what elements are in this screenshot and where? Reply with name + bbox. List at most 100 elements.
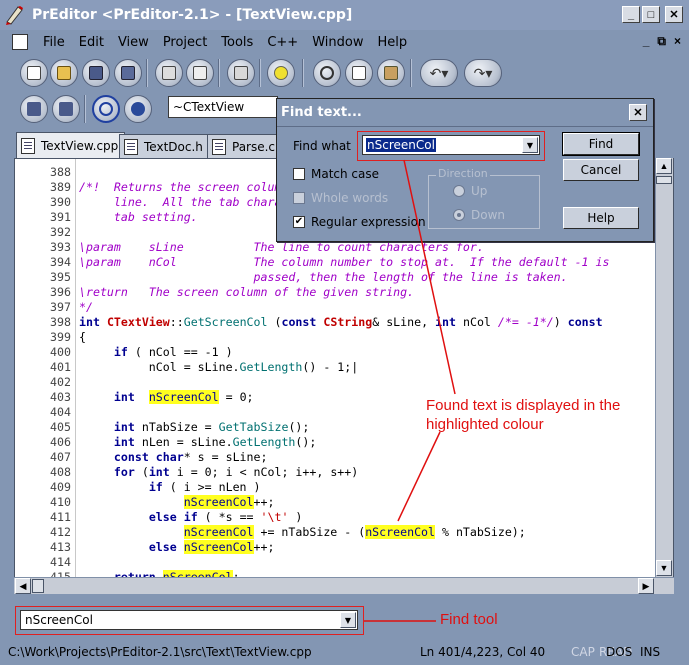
- horizontal-scroll-thumb[interactable]: [32, 579, 44, 593]
- code-line: 397 */: [15, 300, 655, 315]
- menu-bar: File Edit View Project Tools C++ Window …: [0, 30, 689, 54]
- scissors-icon: [320, 66, 334, 80]
- code-line: 412 nScreenCol += nTabSize - (nScreenCol…: [15, 525, 655, 540]
- paste-icon: [384, 66, 398, 80]
- code-text: if ( nCol == -1 ): [113, 345, 233, 359]
- whole-words-checkbox[interactable]: [293, 192, 305, 204]
- main-toolbar: ↶▾ ↷▾: [0, 54, 689, 92]
- cancel-button[interactable]: Cancel: [563, 159, 639, 181]
- vertical-scroll-thumb[interactable]: [656, 176, 672, 184]
- code-text: else if ( *s == '\t' ): [148, 510, 303, 524]
- window-title: PrEditor <PrEditor-2.1> - [TextView.cpp]: [32, 7, 353, 23]
- title-bar: PrEditor <PrEditor-2.1> - [TextView.cpp]…: [0, 0, 689, 30]
- match-case-checkbox[interactable]: [293, 168, 305, 180]
- goto-button[interactable]: [92, 95, 120, 123]
- direction-up-radio[interactable]: [453, 185, 465, 197]
- close-icon: ✕: [669, 9, 679, 21]
- new-file-button[interactable]: [20, 59, 48, 87]
- new-file-icon: [27, 66, 41, 80]
- find-tool-highlight-box: [15, 606, 364, 635]
- mdi-restore-button[interactable]: ⧉: [657, 34, 666, 49]
- annotation-found-text: Found text is displayed in the highlight…: [426, 397, 621, 433]
- highlighted-match: nScreenCol: [148, 390, 219, 404]
- list-button[interactable]: [124, 95, 152, 123]
- open-file-button[interactable]: [50, 59, 78, 87]
- function-combo[interactable]: ~CTextView: [168, 96, 278, 118]
- horizontal-scrollbar[interactable]: ◀ ▶: [14, 577, 674, 594]
- menu-view[interactable]: View: [111, 35, 156, 50]
- menu-project[interactable]: Project: [156, 35, 214, 50]
- mdi-close-button[interactable]: ×: [674, 34, 681, 49]
- document-icon[interactable]: [12, 34, 28, 50]
- line-number: 401: [50, 360, 71, 374]
- maximize-icon: □: [647, 8, 655, 21]
- line-number: 388: [50, 165, 71, 179]
- menu-edit[interactable]: Edit: [72, 35, 111, 50]
- mdi-minimize-button[interactable]: _: [643, 34, 650, 49]
- save-button[interactable]: [82, 59, 110, 87]
- find-what-value: nScreenCol: [366, 138, 436, 152]
- redo-button[interactable]: ↷▾: [464, 59, 502, 87]
- toolbar-separator: [302, 59, 304, 87]
- line-number: 408: [50, 465, 71, 479]
- copy-icon: [352, 66, 366, 80]
- status-insert-mode: INS: [640, 645, 661, 659]
- save-icon: [89, 66, 103, 80]
- tab-label: TextDoc.h: [144, 139, 203, 154]
- code-line: 395 passed, then the length of the line …: [15, 270, 655, 285]
- dialog-title-bar[interactable]: Find text... ✕: [277, 99, 653, 127]
- paste-button[interactable]: [377, 59, 405, 87]
- menu-cpp[interactable]: C++: [260, 35, 305, 50]
- undo-button[interactable]: ↶▾: [420, 59, 458, 87]
- direction-down-radio[interactable]: [453, 209, 465, 221]
- code-text: tab setting.: [79, 210, 198, 224]
- status-bar: C:\Work\Projects\PrEditor-2.1\src\Text\T…: [0, 640, 689, 665]
- save-all-button[interactable]: [114, 59, 142, 87]
- cpp-file-icon: [21, 137, 35, 154]
- help-dialog-button[interactable]: Help: [563, 207, 639, 229]
- annotation-find-tool: Find tool: [440, 611, 498, 628]
- outdent-icon: [59, 102, 73, 116]
- print-button[interactable]: [155, 59, 183, 87]
- regex-checkbox[interactable]: ✔: [293, 216, 305, 228]
- line-number: 392: [50, 225, 71, 239]
- vertical-scrollbar[interactable]: ▲ ▼: [655, 158, 673, 578]
- print-preview-button[interactable]: [186, 59, 214, 87]
- code-line: 394 \param nCol The column number to stop…: [15, 255, 655, 270]
- code-text: \param nCol The column number to stop at…: [79, 255, 610, 269]
- menu-help[interactable]: Help: [370, 35, 414, 50]
- dialog-close-button[interactable]: ✕: [629, 104, 647, 121]
- scroll-up-button[interactable]: ▲: [656, 158, 672, 174]
- cut-button[interactable]: [313, 59, 341, 87]
- help-button[interactable]: [267, 59, 295, 87]
- outdent-button[interactable]: [52, 95, 80, 123]
- line-number: 413: [50, 540, 71, 554]
- find-what-combo[interactable]: nScreenCol ▼: [362, 135, 540, 155]
- close-button[interactable]: ✕: [665, 6, 683, 23]
- minimize-button[interactable]: _: [622, 6, 640, 23]
- code-text: const char* s = sLine;: [113, 450, 268, 464]
- copy-button[interactable]: [345, 59, 373, 87]
- tab-textview-cpp[interactable]: TextView.cpp: [16, 132, 126, 158]
- chevron-down-icon: ▼: [526, 140, 534, 150]
- direction-up-label: Up: [471, 184, 488, 198]
- menu-window[interactable]: Window: [305, 35, 370, 50]
- scroll-down-button[interactable]: ▼: [656, 560, 672, 576]
- undo-icon: ↶▾: [429, 64, 449, 81]
- printer-icon: [162, 66, 176, 80]
- scroll-left-button[interactable]: ◀: [15, 578, 31, 594]
- indent-button[interactable]: [20, 95, 48, 123]
- maximize-button[interactable]: □: [642, 6, 660, 23]
- line-number: 409: [50, 480, 71, 494]
- properties-button[interactable]: [227, 59, 255, 87]
- left-arrow-icon: ◀: [19, 580, 27, 591]
- menu-tools[interactable]: Tools: [214, 35, 260, 50]
- highlighted-match: nScreenCol: [183, 540, 254, 554]
- menu-file[interactable]: File: [36, 35, 72, 50]
- scroll-right-button[interactable]: ▶: [638, 578, 654, 594]
- line-number: 404: [50, 405, 71, 419]
- tab-textdoc-h[interactable]: TextDoc.h: [119, 134, 210, 158]
- find-button[interactable]: Find: [562, 132, 640, 156]
- find-what-dropdown-button[interactable]: ▼: [522, 137, 538, 153]
- line-number: 410: [50, 495, 71, 509]
